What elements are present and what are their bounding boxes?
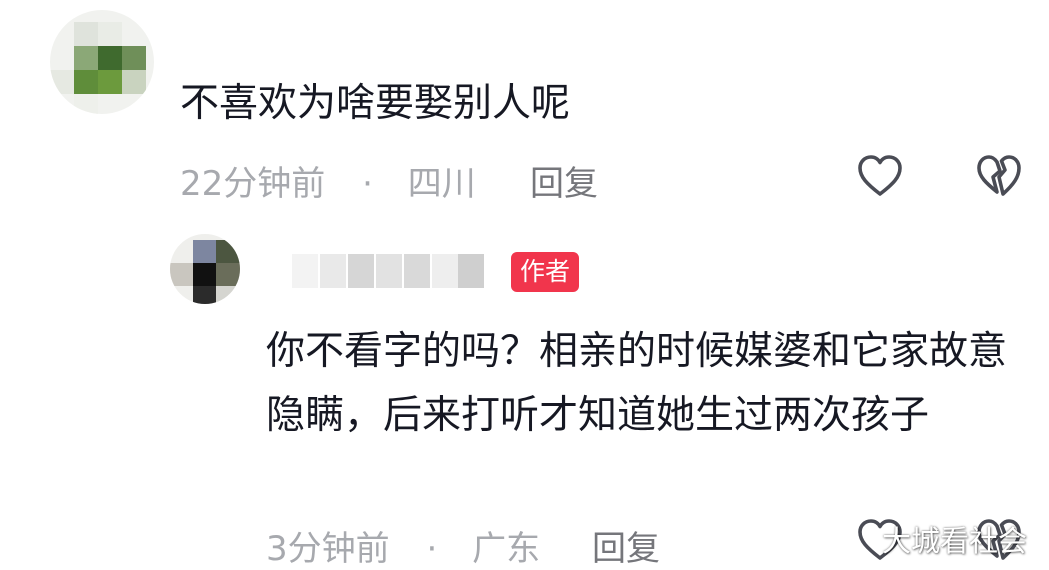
meta-separator: · bbox=[362, 164, 373, 204]
reply-reply-button[interactable]: 回复 bbox=[592, 521, 660, 570]
reply-button[interactable]: 回复 bbox=[530, 156, 598, 205]
reply-time: 3分钟前 bbox=[266, 529, 390, 569]
avatar[interactable] bbox=[50, 10, 154, 114]
comment-time: 22分钟前 bbox=[180, 164, 326, 204]
reply-meta: 3分钟前 · 广东 bbox=[266, 521, 540, 570]
meta-separator: · bbox=[426, 529, 438, 569]
comment-text: 不喜欢为啥要娶别人呢 bbox=[180, 81, 571, 126]
reply-location: 广东 bbox=[472, 529, 541, 569]
reply-avatar[interactable] bbox=[170, 234, 240, 304]
reply-text: 你不看字的吗？相亲的时候媒婆和它家故意隐瞒，后来打听才知道她生过两次孩子 bbox=[266, 329, 1008, 438]
broken-heart-icon[interactable] bbox=[974, 152, 1024, 202]
watermark: 大城看社会 bbox=[882, 524, 1028, 558]
comment-location: 四川 bbox=[407, 164, 476, 204]
reply-username[interactable] bbox=[292, 254, 488, 288]
heart-outline-icon[interactable] bbox=[855, 152, 905, 202]
author-badge: 作者 bbox=[511, 252, 580, 292]
comment-meta: 22分钟前 · 四川 bbox=[180, 156, 476, 205]
